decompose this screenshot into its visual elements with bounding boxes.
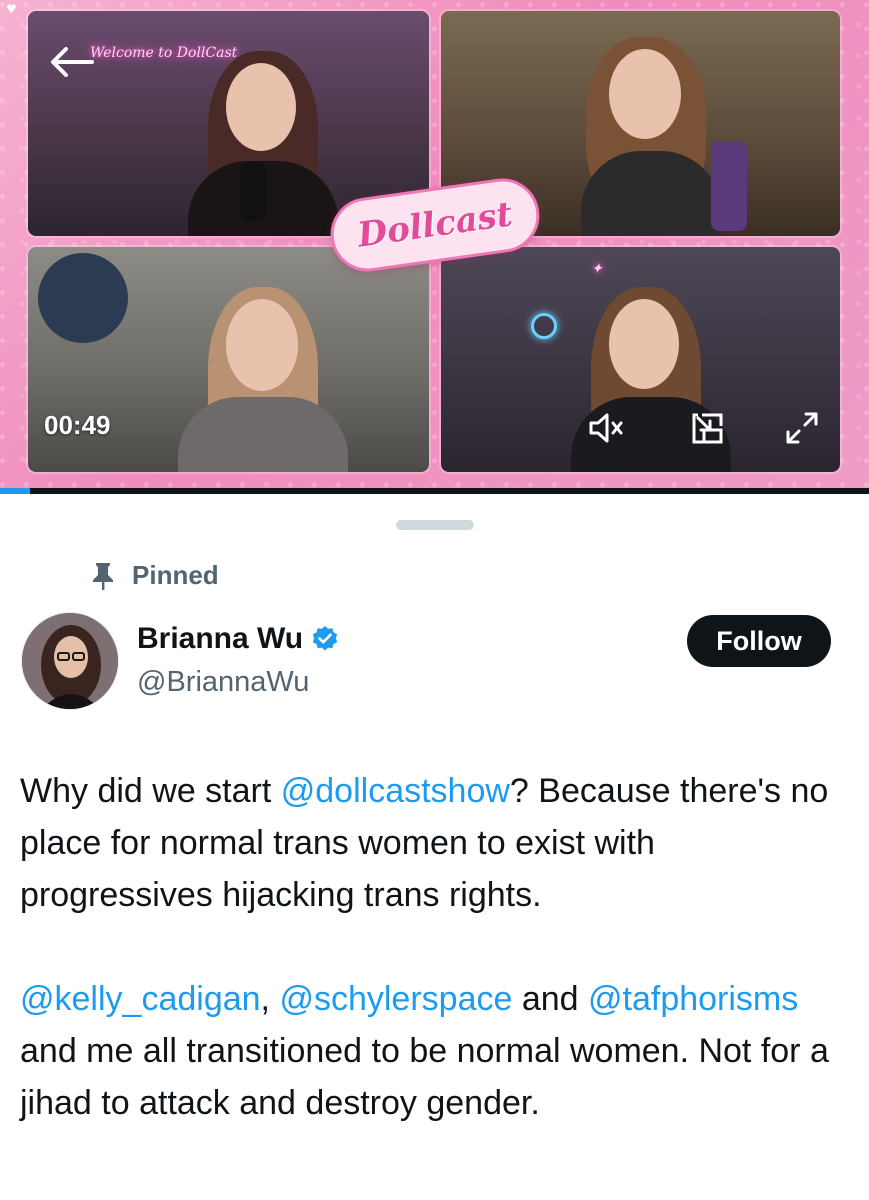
- tweet-text-segment: Why did we start: [20, 772, 281, 810]
- water-bottle: [711, 141, 747, 231]
- arrow-left-icon[interactable]: [48, 44, 96, 80]
- person-face: [609, 299, 679, 389]
- tweet-paragraph-2: @kelly_cadigan, @schylerspace and @tafph…: [20, 973, 850, 1129]
- author-name[interactable]: Brianna Wu: [137, 622, 339, 656]
- neon-sign-small: ✦: [591, 261, 603, 277]
- expand-icon[interactable]: [782, 408, 822, 448]
- mention-link[interactable]: @schylerspace: [279, 980, 512, 1018]
- mention-link[interactable]: @dollcastshow: [281, 772, 510, 810]
- follow-button[interactable]: Follow: [687, 615, 831, 667]
- person-face: [226, 299, 298, 391]
- pin-icon: [93, 562, 113, 590]
- tweet-text-segment: and me all transitioned to be normal wom…: [20, 1032, 829, 1122]
- verified-badge-icon: [312, 626, 338, 651]
- heart-icon: ♥: [6, 2, 17, 16]
- person-body: [178, 397, 348, 472]
- video-tile-bottom-right: ✦: [441, 247, 840, 472]
- author-display-name[interactable]: Brianna Wu: [137, 622, 303, 656]
- mention-link[interactable]: @kelly_cadigan: [20, 980, 261, 1018]
- speaker-muted-icon[interactable]: [586, 408, 626, 448]
- neon-sign: Welcome to DollCast: [90, 45, 238, 61]
- mention-link[interactable]: @tafphorisms: [588, 980, 798, 1018]
- avatar[interactable]: [21, 612, 119, 710]
- logo-text: Dollcast: [355, 194, 515, 256]
- video-timestamp: 00:49: [44, 410, 111, 440]
- picture-in-picture-icon[interactable]: [688, 408, 728, 448]
- tweet-paragraph-1: Why did we start @dollcastshow? Because …: [20, 765, 850, 921]
- pinned-indicator: Pinned: [90, 560, 219, 591]
- video-progress-bar[interactable]: [0, 488, 869, 494]
- tweet-body: Why did we start @dollcastshow? Because …: [20, 765, 850, 1129]
- author-handle[interactable]: @BriannaWu: [137, 666, 309, 699]
- tweet-text-segment: ,: [260, 980, 280, 1018]
- person-face: [609, 49, 681, 139]
- video-player[interactable]: ♥ Welcome to DollCast ✦ Dollcast 00:49: [0, 0, 869, 490]
- microphone: [240, 161, 266, 221]
- person-face: [226, 63, 296, 151]
- neon-globe: [531, 313, 557, 339]
- video-progress-fill: [0, 488, 31, 494]
- pop-filter: [38, 253, 128, 343]
- tweet-text-segment: and: [512, 980, 589, 1018]
- pinned-label: Pinned: [132, 560, 219, 590]
- sheet-drag-handle[interactable]: [396, 520, 474, 530]
